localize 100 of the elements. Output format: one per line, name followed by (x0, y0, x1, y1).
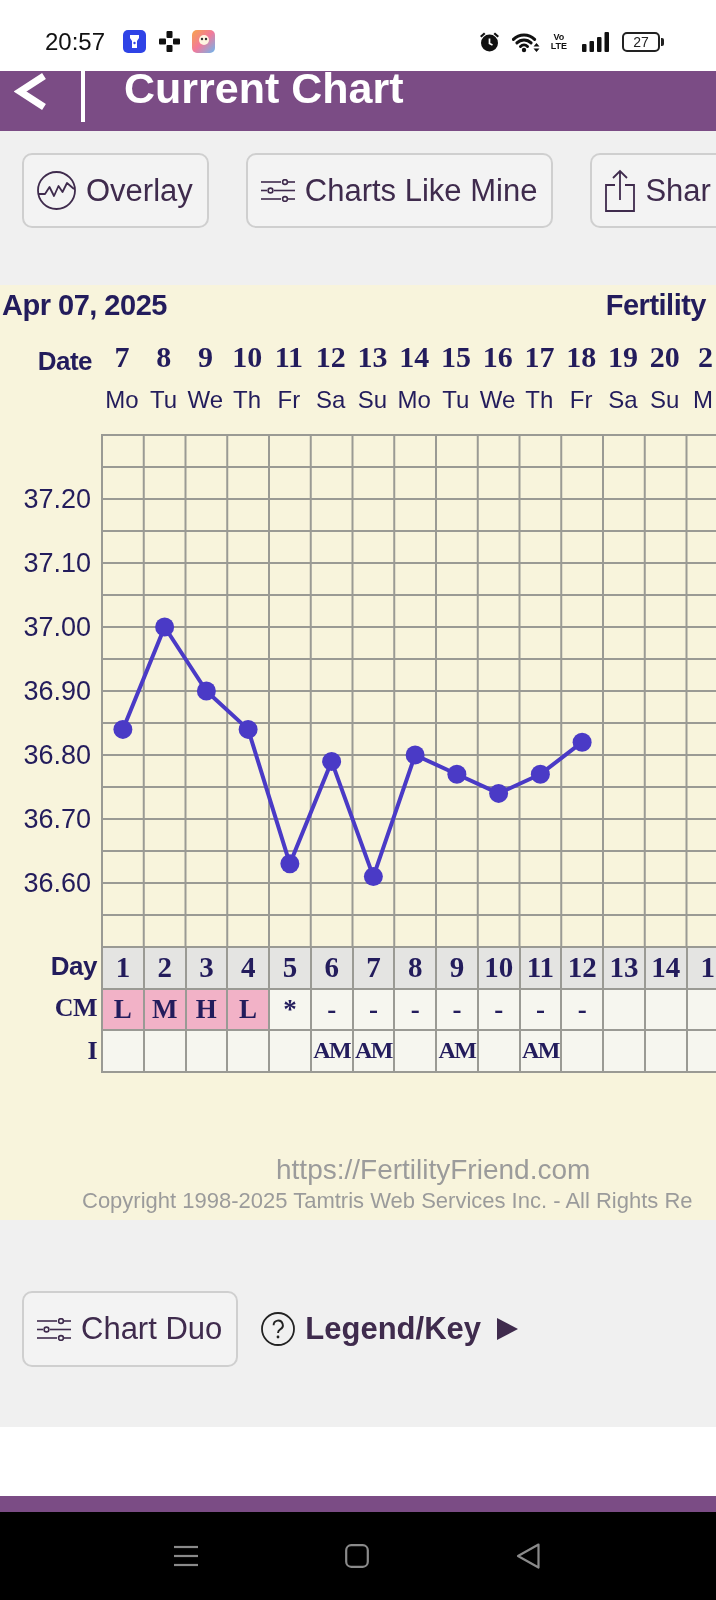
alarm-clock-icon (478, 31, 500, 52)
weekday-label: Sa (608, 385, 638, 415)
table-cell: H (184, 987, 227, 1029)
question-circle-icon (261, 1312, 296, 1346)
date-row-label: Date (37, 348, 92, 374)
table-cell: 10 (476, 946, 519, 988)
table-cell: 14 (643, 946, 686, 988)
date-label: 19 (607, 340, 638, 374)
data-point (280, 854, 300, 874)
y-axis-label: 37.00 (23, 612, 91, 642)
data-point (405, 745, 425, 765)
table-cell: - (476, 987, 519, 1029)
data-point (489, 783, 509, 803)
brand-title: Fertility (605, 288, 706, 322)
chart-circle-icon (37, 171, 76, 210)
table-cell: L (101, 987, 143, 1029)
network-type-text: LTE (550, 41, 567, 51)
y-axis-label: 37.20 (23, 484, 91, 514)
table-cell (101, 1029, 143, 1073)
sliders-icon (260, 179, 295, 202)
data-point (155, 617, 175, 637)
weekday-label: We (479, 385, 516, 415)
weekday-label: Tu (150, 385, 178, 415)
table-cell (476, 1029, 519, 1073)
toolbar-button[interactable]: Overlay (22, 153, 209, 228)
table-cell (643, 1029, 686, 1073)
table-cell (226, 1029, 268, 1073)
table-cell: 9 (435, 946, 477, 988)
y-axis-label: 37.10 (23, 548, 91, 578)
table-cell (393, 1029, 435, 1073)
triangle-left-icon[interactable] (516, 1543, 540, 1569)
weekday-label: Sa (315, 385, 346, 415)
table-cell: * (268, 987, 310, 1029)
toolbar-button[interactable]: Shar (590, 153, 716, 228)
website-url: https://FertilityFriend.com (276, 1153, 591, 1186)
date-label: 18 (566, 340, 597, 374)
square-icon[interactable] (345, 1544, 369, 1568)
row-label: I (87, 1035, 97, 1066)
action-button[interactable]: Chart Duo (22, 1291, 239, 1367)
table-cell (685, 1029, 716, 1073)
toolbar-button[interactable]: Charts Like Mine (245, 153, 554, 228)
table-cell: 12 (560, 946, 602, 988)
table-cell: M (142, 987, 185, 1029)
table-cell: - (560, 987, 602, 1029)
table-cell: L (226, 987, 268, 1029)
y-axis-label: 36.90 (23, 676, 91, 706)
weekday-label: We (187, 385, 224, 415)
date-label: 8 (156, 340, 172, 374)
data-point (447, 764, 467, 784)
date-label: 16 (482, 340, 513, 374)
caret-right-icon (497, 1318, 518, 1340)
date-label: 10 (232, 340, 263, 374)
date-label: 14 (399, 340, 430, 374)
weekday-label: Fr (569, 385, 593, 415)
table-cell (142, 1029, 185, 1073)
date-label: 20 (649, 340, 680, 374)
network-type-text: Vo (553, 32, 565, 42)
battery-percent: 27 (633, 34, 649, 49)
table-cell: - (435, 987, 477, 1029)
weekday-label: Tu (442, 385, 470, 415)
table-cell: - (309, 987, 352, 1029)
data-point (322, 751, 342, 771)
dpad-icon (159, 31, 181, 52)
date-label: 13 (357, 340, 388, 374)
y-axis-label: 36.80 (23, 740, 91, 770)
data-point (196, 681, 216, 701)
table-cell: 11 (518, 946, 561, 988)
chart-date-title: Apr 07, 2025 (2, 288, 167, 322)
table-cell: AM (309, 1029, 352, 1073)
table-cell: 1 (685, 946, 716, 988)
weekday-label: Su (357, 385, 388, 415)
table-cell: - (518, 987, 561, 1029)
date-label: 7 (114, 340, 130, 374)
date-label: 9 (197, 340, 213, 374)
table-cell: 5 (268, 946, 310, 988)
data-point (238, 719, 258, 739)
y-axis-label: 36.60 (23, 868, 91, 898)
legend-link[interactable]: Legend/Key (261, 1291, 518, 1367)
data-point (530, 764, 550, 784)
table-cell: AM (435, 1029, 477, 1073)
table-cell (268, 1029, 310, 1073)
flashlight-app-icon (123, 30, 147, 53)
sliders-icon (37, 1317, 71, 1341)
status-time: 20:57 (45, 28, 106, 55)
table-cell (560, 1029, 602, 1073)
row-label: Day (50, 951, 97, 983)
signal-icon (582, 31, 610, 52)
table-cell: AM (518, 1029, 561, 1073)
weekday-label: M (693, 385, 713, 415)
page-title: Current Chart (124, 71, 404, 105)
back-icon[interactable] (14, 73, 48, 110)
weekday-label: Mo (397, 385, 431, 415)
share-icon (605, 169, 636, 212)
date-label: 11 (274, 340, 304, 374)
table-cell: AM (351, 1029, 394, 1073)
table-cell: 6 (309, 946, 352, 988)
weekday-label: Su (649, 385, 680, 415)
row-label: CM (54, 993, 97, 1024)
menu-icon[interactable] (174, 1545, 198, 1567)
data-point (572, 732, 592, 752)
